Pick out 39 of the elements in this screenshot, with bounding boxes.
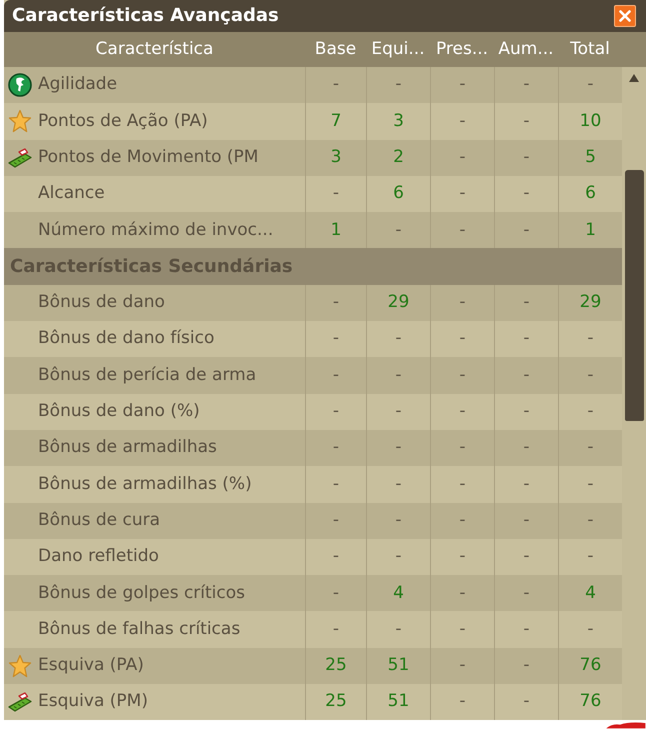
stat-name: Pontos de Ação (PA): [38, 110, 208, 133]
round-emblem-icon: [8, 73, 32, 98]
star-icon: [8, 109, 32, 134]
star-icon: [8, 654, 32, 678]
scroll-up-icon[interactable]: [629, 74, 639, 82]
stat-name: Bônus de perícia de arma: [38, 364, 256, 387]
close-button[interactable]: [614, 5, 636, 27]
table-cell: 51: [366, 684, 430, 720]
stat-name: Bônus de armadilhas: [38, 436, 217, 460]
table-cell: -: [430, 684, 494, 720]
stat-name: Bônus de dano físico: [38, 327, 214, 350]
table-cell: 25: [305, 684, 366, 720]
stat-name: Dano refletido: [38, 545, 159, 568]
stat-name: Bônus de falhas críticas: [38, 618, 240, 641]
stat-name: Agilidade: [38, 73, 118, 96]
stat-name: Esquiva (PA): [38, 654, 144, 678]
stat-name: Bônus de dano: [38, 291, 165, 314]
close-icon: [619, 10, 631, 22]
stat-name: Alcance: [38, 182, 105, 206]
column-header: Equi...: [371, 38, 425, 61]
column-header: Característica: [96, 38, 214, 61]
stat-name: Bônus de cura: [38, 508, 160, 532]
corner-ornament-drawing: [604, 721, 646, 729]
plank-icon: [8, 690, 32, 714]
column-header: Base: [314, 38, 356, 61]
column-header: Total: [570, 38, 610, 61]
window-title: Características Avançadas: [12, 7, 279, 25]
column-header: Pres...: [436, 38, 488, 61]
plank-icon: [8, 146, 32, 170]
section-header: Características Secundárias: [4, 248, 622, 285]
table-cell: -: [494, 684, 558, 720]
stat-name: Pontos de Movimento (PM: [38, 146, 258, 169]
stat-name: Bônus de armadilhas (%): [38, 472, 252, 496]
scrollbar-thumb[interactable]: [624, 170, 644, 421]
stat-name: Bônus de dano (%): [38, 400, 200, 424]
column-header: Aum...: [498, 38, 554, 61]
stat-name: Bônus de golpes críticos: [38, 582, 246, 605]
stat-name: Esquiva (PM): [38, 690, 148, 714]
stat-name: Número máximo de invoc...: [38, 218, 274, 242]
